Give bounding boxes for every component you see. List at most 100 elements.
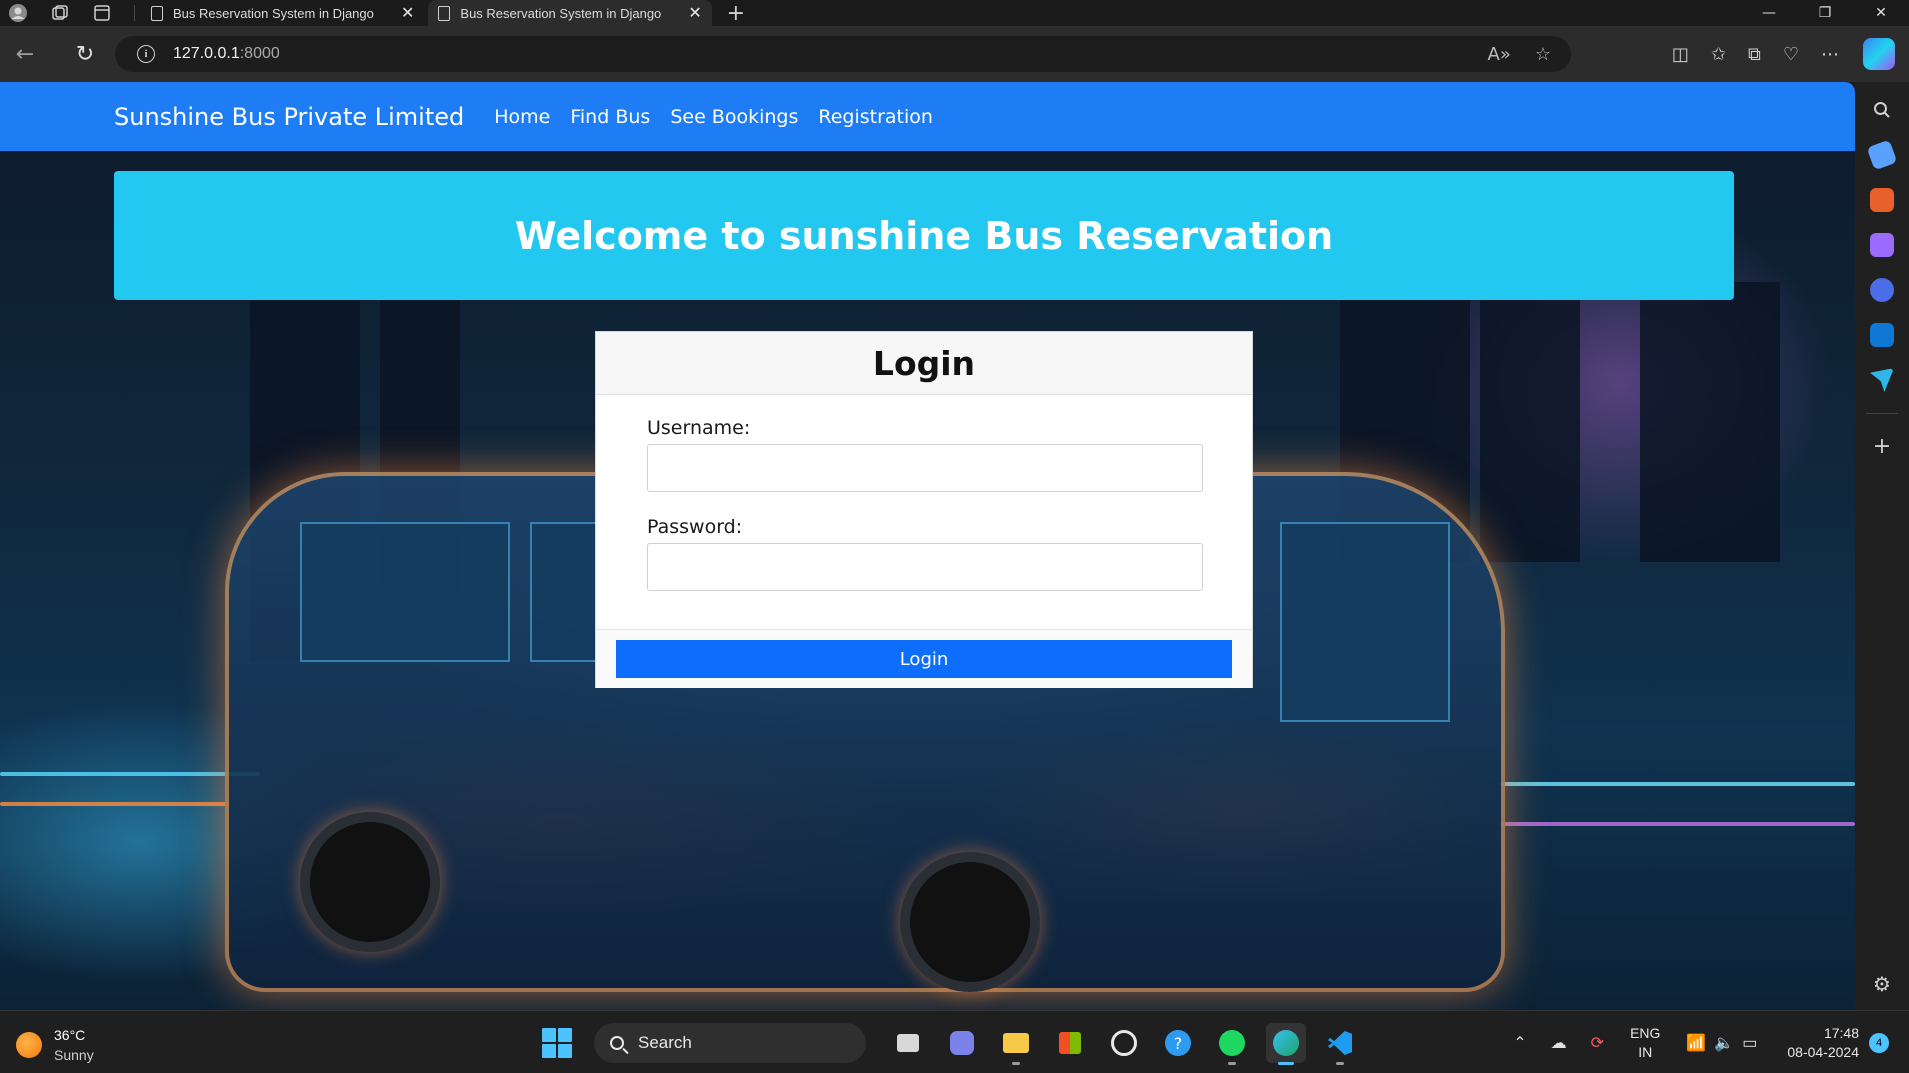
site-navbar: Sunshine Bus Private Limited Home Find B… [0,82,1855,151]
nav-links: Home Find Bus See Bookings Registration [494,106,933,128]
outlook-icon[interactable] [1870,323,1894,347]
search-icon [610,1036,624,1050]
search-label: Search [638,1033,692,1052]
spotify-icon[interactable] [1212,1023,1252,1065]
language-region: IN [1638,1043,1653,1060]
nav-link-find-bus[interactable]: Find Bus [570,106,650,128]
task-view-icon[interactable] [888,1023,928,1063]
sync-icon[interactable]: ⟳ [1591,1033,1604,1053]
login-button[interactable]: Login [616,640,1232,678]
tools-briefcase-icon[interactable] [1870,188,1894,212]
taskbar-search[interactable]: Search [594,1023,866,1063]
background-building [1480,262,1580,562]
read-aloud-icon[interactable]: A» [1488,44,1511,65]
search-icon[interactable] [1870,98,1894,122]
password-input[interactable] [647,543,1203,591]
show-hidden-icons-chevron-icon[interactable]: ⌃ [1513,1033,1526,1053]
tab-bus-reservation-2[interactable]: Bus Reservation System in Django ✕ [428,0,712,26]
vscode-icon[interactable] [1320,1023,1360,1065]
login-card-footer: Login [596,629,1252,688]
username-label: Username: [647,417,751,439]
login-form: Username: Password: [596,395,1252,629]
file-explorer-icon[interactable] [996,1023,1036,1065]
tab-actions-icon[interactable] [90,1,114,25]
copilot-icon[interactable] [1863,38,1895,70]
github-desktop-icon[interactable] [1104,1023,1144,1063]
onedrive-cloud-icon[interactable]: ☁ [1551,1033,1567,1053]
back-arrow-icon[interactable]: ← [8,37,42,71]
weather-text: 36°C Sunny [54,1025,94,1065]
light-streak [1500,822,1855,826]
site-info-icon[interactable]: i [137,45,155,63]
minimize-icon[interactable]: — [1741,0,1797,26]
more-options-icon[interactable]: ⋯ [1821,44,1839,65]
tab-separator [134,5,135,21]
clock-time: 17:48 [1823,1024,1859,1041]
page-viewport: Sunshine Bus Private Limited Home Find B… [0,82,1855,1010]
url-text: 127.0.0.1:8000 [173,45,280,63]
shopping-tag-icon[interactable] [1866,139,1898,171]
settings-gear-icon[interactable]: ⚙ [1873,972,1891,996]
weather-temperature: 36°C [54,1027,86,1043]
nav-link-see-bookings[interactable]: See Bookings [670,106,798,128]
address-bar[interactable]: i 127.0.0.1:8000 A» ☆ [115,36,1571,72]
language-indicator[interactable]: ENG IN [1630,1024,1660,1062]
send-icon[interactable] [1870,368,1894,392]
restore-icon[interactable]: ❐ [1797,0,1853,26]
welcome-banner: Welcome to sunshine Bus Reservation [114,171,1734,300]
browser-essentials-icon[interactable]: ♡ [1783,44,1799,65]
volume-icon[interactable]: 🔈 [1714,1033,1734,1053]
sun-icon [16,1032,42,1058]
bus-window [300,522,510,662]
clock[interactable]: 17:48 08-04-2024 [1787,1024,1859,1062]
workspaces-icon[interactable] [48,1,72,25]
brand-name[interactable]: Sunshine Bus Private Limited [114,103,464,131]
favorites-icon[interactable]: ✩ [1711,44,1726,65]
bus-wheel [900,852,1040,992]
nav-link-registration[interactable]: Registration [818,106,933,128]
toolbar-actions: ◫ ✩ ⧉ ♡ ⋯ [1672,36,1839,72]
light-streak [0,802,230,806]
url-host: 127.0.0.1 [173,45,240,62]
notification-badge[interactable]: 4 [1869,1032,1889,1053]
microsoft-store-icon[interactable] [1050,1023,1090,1063]
bus-window [1280,522,1450,722]
split-screen-icon[interactable]: ◫ [1672,44,1689,65]
login-card-header: Login [596,332,1252,395]
copilot-sidebar-icon[interactable] [1870,278,1894,302]
collections-icon[interactable]: ⧉ [1748,44,1761,65]
tab-title: Bus Reservation System in Django [173,5,374,21]
close-tab-icon[interactable]: ✕ [401,3,414,23]
document-icon [438,5,451,21]
sidebar-divider [1866,413,1898,414]
tab-title: Bus Reservation System in Django [460,5,662,21]
address-bar-actions: A» ☆ [1488,36,1551,72]
add-icon[interactable]: + [1873,435,1891,459]
battery-icon[interactable]: ▭ [1742,1033,1757,1053]
help-icon[interactable]: ? [1158,1023,1198,1063]
document-icon [151,5,163,21]
clock-date: 08-04-2024 [1787,1043,1859,1060]
edge-browser-icon[interactable] [1266,1023,1306,1065]
browser-tab-strip: Bus Reservation System in Django ✕ Bus R… [0,0,1909,26]
close-window-icon[interactable]: ✕ [1853,0,1909,26]
windows-start-icon[interactable] [542,1028,572,1058]
login-title: Login [872,343,976,383]
games-icon[interactable] [1870,233,1894,257]
system-tray: ⌃ ☁ ⟳ ENG IN 📶 🔈 ▭ 17:48 08-04-2024 4 [1501,1011,1909,1073]
new-tab-button[interactable]: + [724,1,748,26]
nav-link-home[interactable]: Home [494,106,550,128]
profile-avatar-icon[interactable] [6,1,30,25]
welcome-heading: Welcome to sunshine Bus Reservation [514,213,1334,258]
username-input[interactable] [647,444,1203,492]
weather-widget[interactable]: 36°C Sunny [16,1025,94,1065]
close-tab-icon[interactable]: ✕ [688,3,701,23]
taskbar-apps: Search ? [542,1021,1360,1065]
background-building [1640,282,1780,562]
wifi-icon[interactable]: 📶 [1686,1033,1706,1053]
teams-meet-icon[interactable] [942,1023,982,1063]
edge-sidebar: + ⚙ [1855,82,1909,1010]
refresh-icon[interactable]: ↻ [68,37,102,71]
tab-bus-reservation-1[interactable]: Bus Reservation System in Django ✕ [141,0,424,26]
favorite-star-icon[interactable]: ☆ [1535,44,1551,65]
